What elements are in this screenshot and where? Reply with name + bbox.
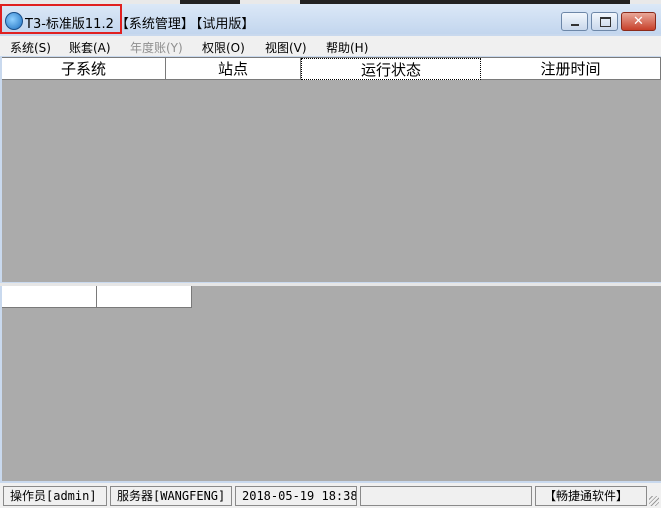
status-brand: 【畅捷通软件】 bbox=[535, 486, 647, 506]
menu-permission[interactable]: 权限(O) bbox=[202, 39, 245, 56]
status-operator: 操作员[admin] bbox=[3, 486, 107, 506]
highlight-box bbox=[0, 4, 122, 34]
detail-list-pane[interactable] bbox=[2, 286, 661, 481]
resize-grip-icon[interactable] bbox=[649, 496, 659, 506]
close-icon: ✕ bbox=[633, 14, 644, 29]
menu-view[interactable]: 视图(V) bbox=[265, 39, 307, 56]
column-header-register-time[interactable]: 注册时间 bbox=[481, 58, 661, 80]
column-header-run-status[interactable]: 运行状态 bbox=[301, 58, 481, 80]
menu-account-set[interactable]: 账套(A) bbox=[69, 39, 111, 56]
column-header-site[interactable]: 站点 bbox=[166, 58, 301, 80]
status-server: 服务器[WANGFENG] bbox=[110, 486, 232, 506]
title-bar[interactable]: T3-标准版11.2 【系统管理】 【试用版】 ✕ bbox=[0, 4, 661, 34]
app-window: T3-标准版11.2 【系统管理】 【试用版】 ✕ 系统(S) 账套(A) 年度账(… bbox=[0, 4, 661, 508]
menu-year-account[interactable]: 年度账(Y) bbox=[130, 39, 183, 56]
maximize-button[interactable] bbox=[591, 12, 618, 31]
title-module: 【系统管理】 bbox=[115, 17, 194, 32]
minimize-icon bbox=[571, 24, 579, 26]
status-empty-panel bbox=[360, 486, 532, 506]
menu-help[interactable]: 帮助(H) bbox=[326, 39, 368, 56]
title-edition: 【试用版】 bbox=[195, 17, 255, 32]
column-header-2[interactable] bbox=[97, 286, 192, 308]
column-header-1[interactable] bbox=[2, 286, 97, 308]
status-datetime: 2018-05-19 18:38 bbox=[235, 486, 357, 506]
subsystem-list-pane[interactable]: 子系统 站点 运行状态 注册时间 bbox=[2, 57, 661, 282]
menu-system[interactable]: 系统(S) bbox=[10, 39, 51, 56]
column-header-subsystem[interactable]: 子系统 bbox=[2, 58, 166, 80]
maximize-icon bbox=[600, 17, 611, 27]
minimize-button[interactable] bbox=[561, 12, 588, 31]
menu-bar: 系统(S) 账套(A) 年度账(Y) 权限(O) 视图(V) 帮助(H) bbox=[0, 36, 661, 56]
close-button[interactable]: ✕ bbox=[621, 12, 656, 31]
status-bar: 操作员[admin] 服务器[WANGFENG] 2018-05-19 18:3… bbox=[0, 483, 661, 508]
